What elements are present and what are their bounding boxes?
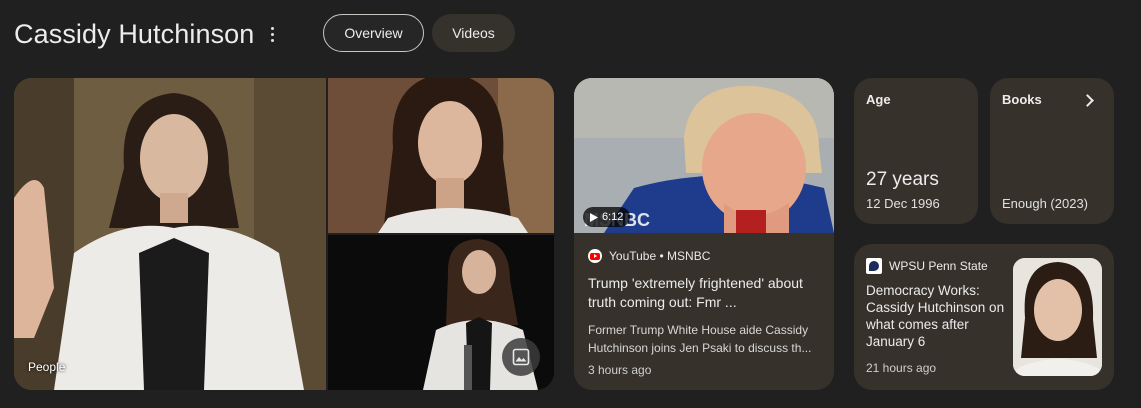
birth-date: 12 Dec 1996 bbox=[866, 196, 940, 211]
books-card[interactable]: Books Enough (2023) bbox=[990, 78, 1114, 224]
entity-header: Cassidy Hutchinson bbox=[14, 14, 280, 54]
video-description: Former Trump White House aide Cassidy Hu… bbox=[588, 323, 812, 355]
video-duration: 6:12 bbox=[583, 207, 631, 227]
video-source: YouTube • MSNBC bbox=[588, 248, 824, 264]
tab-overview[interactable]: Overview bbox=[323, 14, 424, 52]
youtube-icon bbox=[588, 249, 602, 263]
age-card[interactable]: Age 27 years 12 Dec 1996 bbox=[854, 78, 978, 224]
age-label: Age bbox=[866, 92, 891, 107]
news-title[interactable]: Democracy Works: Cassidy Hutchinson on w… bbox=[866, 282, 1006, 350]
people-images-card[interactable]: People bbox=[14, 78, 554, 390]
photo-bottom-right[interactable] bbox=[328, 235, 554, 390]
book-title: Enough (2023) bbox=[1002, 196, 1089, 211]
age-value: 27 years bbox=[866, 169, 939, 190]
news-source-text: WPSU Penn State bbox=[889, 259, 988, 273]
wpsu-logo-icon bbox=[866, 258, 882, 274]
people-label: People bbox=[28, 360, 66, 374]
image-icon[interactable] bbox=[502, 338, 540, 376]
video-source-text: YouTube • MSNBC bbox=[609, 249, 711, 263]
play-icon bbox=[590, 212, 598, 222]
video-timestamp: 3 hours ago bbox=[588, 363, 652, 377]
news-thumbnail[interactable] bbox=[1013, 258, 1102, 376]
news-card[interactable]: WPSU Penn State Democracy Works: Cassidy… bbox=[854, 244, 1114, 390]
tab-videos[interactable]: Videos bbox=[432, 14, 515, 52]
video-title[interactable]: Trump 'extremely frightened' about truth… bbox=[588, 274, 824, 312]
main-photo[interactable]: People bbox=[14, 78, 326, 390]
video-thumbnail[interactable]: MSNBC 6:12 bbox=[574, 78, 834, 233]
more-options-icon[interactable] bbox=[264, 24, 280, 44]
duration-text: 6:12 bbox=[602, 211, 624, 223]
entity-title: Cassidy Hutchinson bbox=[14, 18, 255, 49]
news-source: WPSU Penn State bbox=[866, 258, 988, 274]
video-card[interactable]: MSNBC 6:12 YouTube • MSNBC Trump 'extrem… bbox=[574, 78, 834, 390]
photo-top-right[interactable] bbox=[328, 78, 554, 233]
news-timestamp: 21 hours ago bbox=[866, 361, 937, 375]
